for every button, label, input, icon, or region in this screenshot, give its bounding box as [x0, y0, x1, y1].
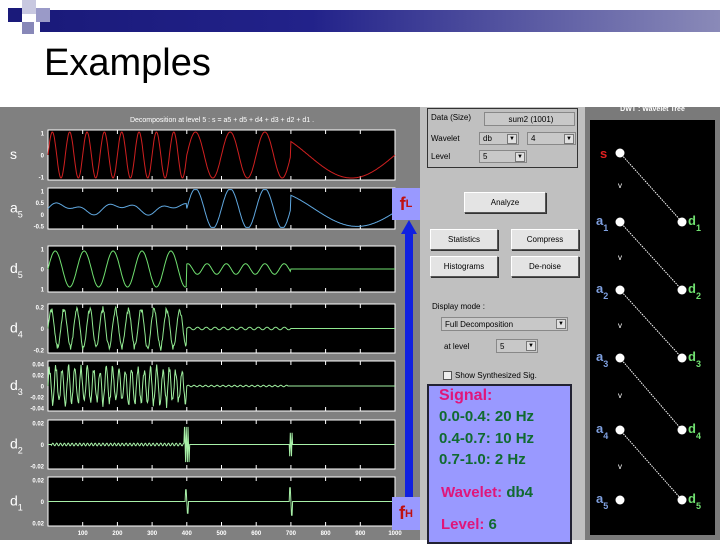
tree-node-a: [615, 217, 625, 227]
tree-edge: [619, 221, 683, 291]
v-icon: v: [618, 253, 622, 262]
tree-node-d: [677, 495, 687, 505]
tree-node-s: [615, 148, 625, 158]
detail-name: d: [688, 349, 696, 364]
tree-label-s: s: [600, 146, 607, 161]
detail-name: d: [688, 421, 696, 436]
approx-sub: 1: [603, 223, 608, 233]
tree-label-d: d1: [688, 213, 701, 233]
v-icon: v: [618, 181, 622, 190]
detail-sub: 4: [696, 431, 701, 441]
approx-sub: 3: [603, 359, 608, 369]
detail-sub: 3: [696, 359, 701, 369]
tree-edge: [619, 152, 683, 223]
tree-label-a: a2: [596, 281, 608, 301]
tree-label-a: a1: [596, 213, 608, 233]
detail-sub: 2: [696, 291, 701, 301]
tree-label-d: d4: [688, 421, 701, 441]
tree-label-a: a5: [596, 491, 608, 511]
tree-node-a: [615, 353, 625, 363]
tree-label-a: a4: [596, 421, 608, 441]
detail-sub: 5: [696, 501, 701, 511]
tree-label-d: d5: [688, 491, 701, 511]
v-icon: v: [618, 391, 622, 400]
tree-edge: [619, 429, 683, 501]
tree-label-d: d3: [688, 349, 701, 369]
v-icon: v: [618, 321, 622, 330]
wavelet-tree: vsva1 d1va2 d2va3 d3va4 d4a5 d5: [596, 146, 701, 511]
tree-label-a: a3: [596, 349, 608, 369]
detail-name: d: [688, 491, 696, 506]
detail-sub: 1: [696, 223, 701, 233]
tree-node-d: [677, 353, 687, 363]
detail-name: d: [688, 281, 696, 296]
tree-node-d: [677, 425, 687, 435]
tree-node-d: [677, 285, 687, 295]
tree-node-d: [677, 217, 687, 227]
tree-edge: [619, 289, 683, 359]
tree-node-a: [615, 425, 625, 435]
tree-node-a: [615, 285, 625, 295]
approx-sub: 5: [603, 501, 608, 511]
tree-node-a: [615, 495, 625, 505]
tree-label-d: d2: [688, 281, 701, 301]
approx-sub: 4: [603, 431, 608, 441]
v-icon: v: [618, 462, 622, 471]
tree-edge: [619, 357, 683, 431]
detail-name: d: [688, 213, 696, 228]
approx-sub: 2: [603, 291, 608, 301]
